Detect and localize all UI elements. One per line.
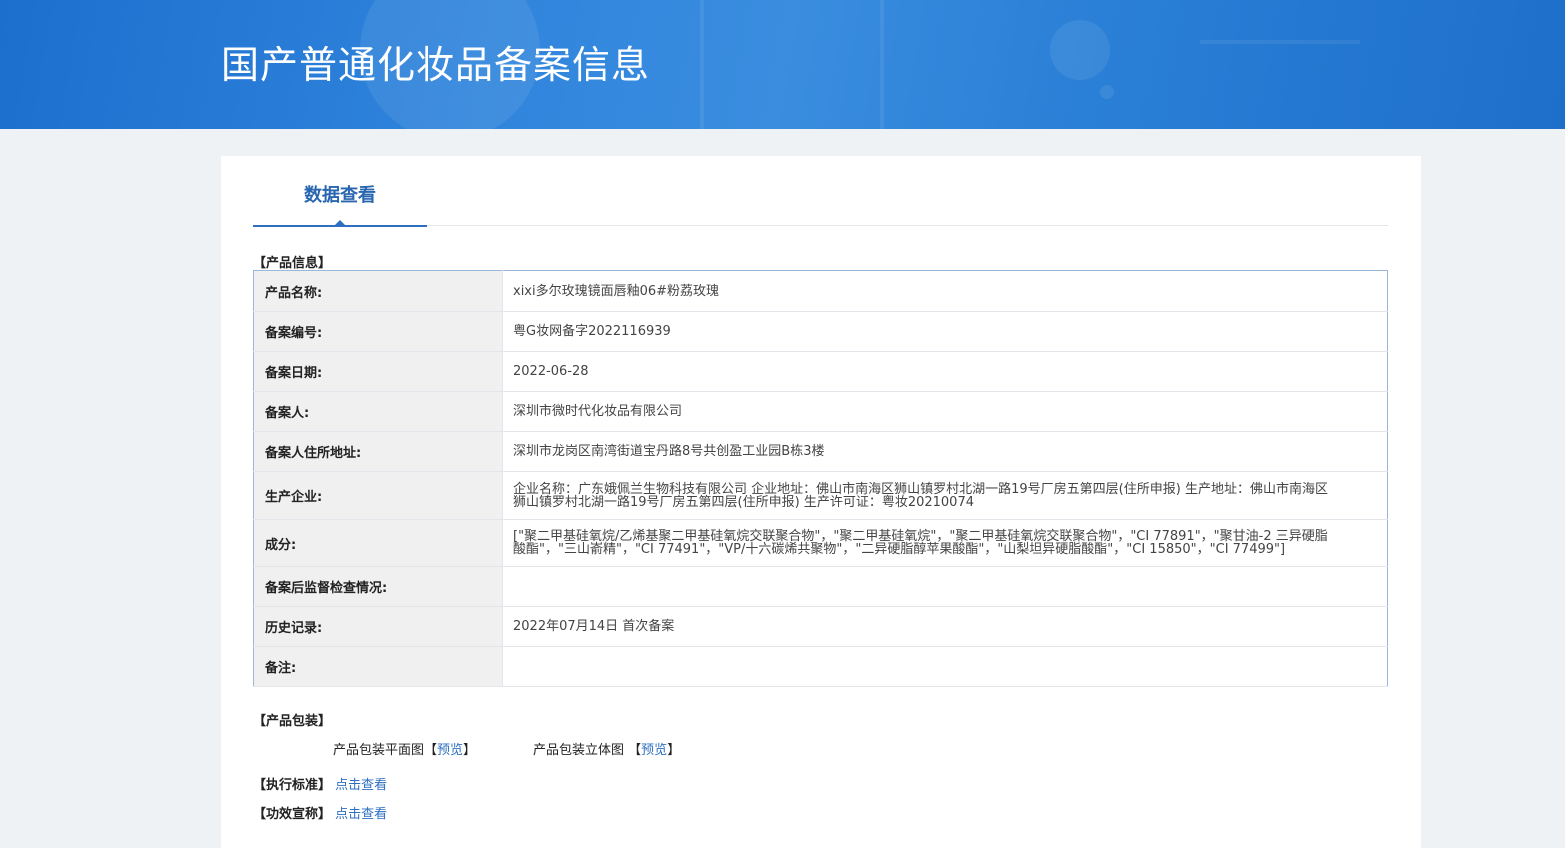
row-value: xixi多尔玫瑰镜面唇釉06#粉荔玫瑰 xyxy=(502,270,1388,312)
table-row: 生产企业: 企业名称：广东娥佩兰生物科技有限公司 企业地址：佛山市南海区狮山镇罗… xyxy=(253,471,1388,520)
tab-active-indicator xyxy=(253,225,427,227)
table-row: 备案人住所地址: 深圳市龙岗区南湾街道宝丹路8号共创盈工业园B栋3楼 xyxy=(253,431,1388,472)
bracket-close: 】 xyxy=(463,743,477,758)
row-label: 成分: xyxy=(253,519,503,567)
row-label: 备注: xyxy=(253,646,503,687)
row-label: 产品名称: xyxy=(253,270,503,312)
content-card: 数据查看 【产品信息】 产品名称: xixi多尔玫瑰镜面唇釉06#粉荔玫瑰 备案… xyxy=(221,156,1421,848)
banner-decoration xyxy=(1200,40,1360,44)
row-value: 深圳市微时代化妆品有限公司 xyxy=(502,391,1388,432)
section-efficacy: 【功效宣称】 xyxy=(253,807,332,822)
tab-caret-icon xyxy=(335,220,345,225)
section-standard: 【执行标准】 xyxy=(253,778,332,793)
banner-decoration xyxy=(1050,20,1110,80)
package-solid-label: 产品包装立体图 xyxy=(533,743,625,758)
table-row: 备案编号: 粤G妆网备字2022116939 xyxy=(253,311,1388,352)
bracket-close: 】 xyxy=(667,743,681,758)
table-row: 备案日期: 2022-06-28 xyxy=(253,351,1388,392)
row-label: 历史记录: xyxy=(253,606,503,647)
table-row: 产品名称: xixi多尔玫瑰镜面唇釉06#粉荔玫瑰 xyxy=(253,270,1388,312)
row-value: 深圳市龙岗区南湾街道宝丹路8号共创盈工业园B栋3楼 xyxy=(502,431,1388,472)
table-row: 备案后监督检查情况: xyxy=(253,566,1388,607)
row-label: 备案后监督检查情况: xyxy=(253,566,503,607)
package-flat-preview-link[interactable]: 预览 xyxy=(437,743,463,758)
row-label: 备案人住所地址: xyxy=(253,431,503,472)
page-title: 国产普通化妆品备案信息 xyxy=(221,43,651,87)
row-label: 备案日期: xyxy=(253,351,503,392)
table-row: 备注: xyxy=(253,646,1388,687)
banner-decoration xyxy=(700,0,704,129)
package-solid-preview-link[interactable]: 预览 xyxy=(641,743,667,758)
table-row: 备案人: 深圳市微时代化妆品有限公司 xyxy=(253,391,1388,432)
standard-row: 【执行标准】 点击查看 xyxy=(253,774,387,793)
section-packaging: 【产品包装】 xyxy=(253,714,332,729)
bracket-open: 【 xyxy=(424,743,438,758)
banner-decoration xyxy=(880,0,884,129)
row-value: ["聚二甲基硅氧烷/乙烯基聚二甲基硅氧烷交联聚合物"，"聚二甲基硅氧烷"，"聚二… xyxy=(502,519,1388,567)
standard-view-link[interactable]: 点击查看 xyxy=(335,778,387,793)
row-value: 2022-06-28 xyxy=(502,351,1388,392)
table-row: 成分: ["聚二甲基硅氧烷/乙烯基聚二甲基硅氧烷交联聚合物"，"聚二甲基硅氧烷"… xyxy=(253,519,1388,567)
banner-decoration xyxy=(1100,85,1114,99)
package-solid-item: 产品包装立体图 【预览】 xyxy=(533,739,680,758)
section-product-info: 【产品信息】 xyxy=(253,256,332,271)
header-banner: 国产普通化妆品备案信息 xyxy=(0,0,1565,129)
row-value xyxy=(502,646,1388,687)
bracket-open: 【 xyxy=(628,743,642,758)
row-value: 粤G妆网备字2022116939 xyxy=(502,311,1388,352)
efficacy-view-link[interactable]: 点击查看 xyxy=(335,807,387,822)
row-value: 2022年07月14日 首次备案 xyxy=(502,606,1388,647)
row-value xyxy=(502,566,1388,607)
tab-label: 数据查看 xyxy=(304,185,376,206)
tab-bar: 数据查看 xyxy=(253,156,1388,227)
efficacy-row: 【功效宣称】 点击查看 xyxy=(253,803,387,822)
row-label: 备案人: xyxy=(253,391,503,432)
row-value: 企业名称：广东娥佩兰生物科技有限公司 企业地址：佛山市南海区狮山镇罗村北湖一路1… xyxy=(502,471,1388,520)
package-flat-item: 产品包装平面图【预览】 xyxy=(333,739,476,758)
row-label: 生产企业: xyxy=(253,471,503,520)
table-row: 历史记录: 2022年07月14日 首次备案 xyxy=(253,606,1388,647)
product-info-table: 产品名称: xixi多尔玫瑰镜面唇釉06#粉荔玫瑰 备案编号: 粤G妆网备字20… xyxy=(253,270,1388,687)
row-label: 备案编号: xyxy=(253,311,503,352)
package-flat-label: 产品包装平面图 xyxy=(333,743,425,758)
tab-data-view[interactable]: 数据查看 xyxy=(253,156,427,227)
